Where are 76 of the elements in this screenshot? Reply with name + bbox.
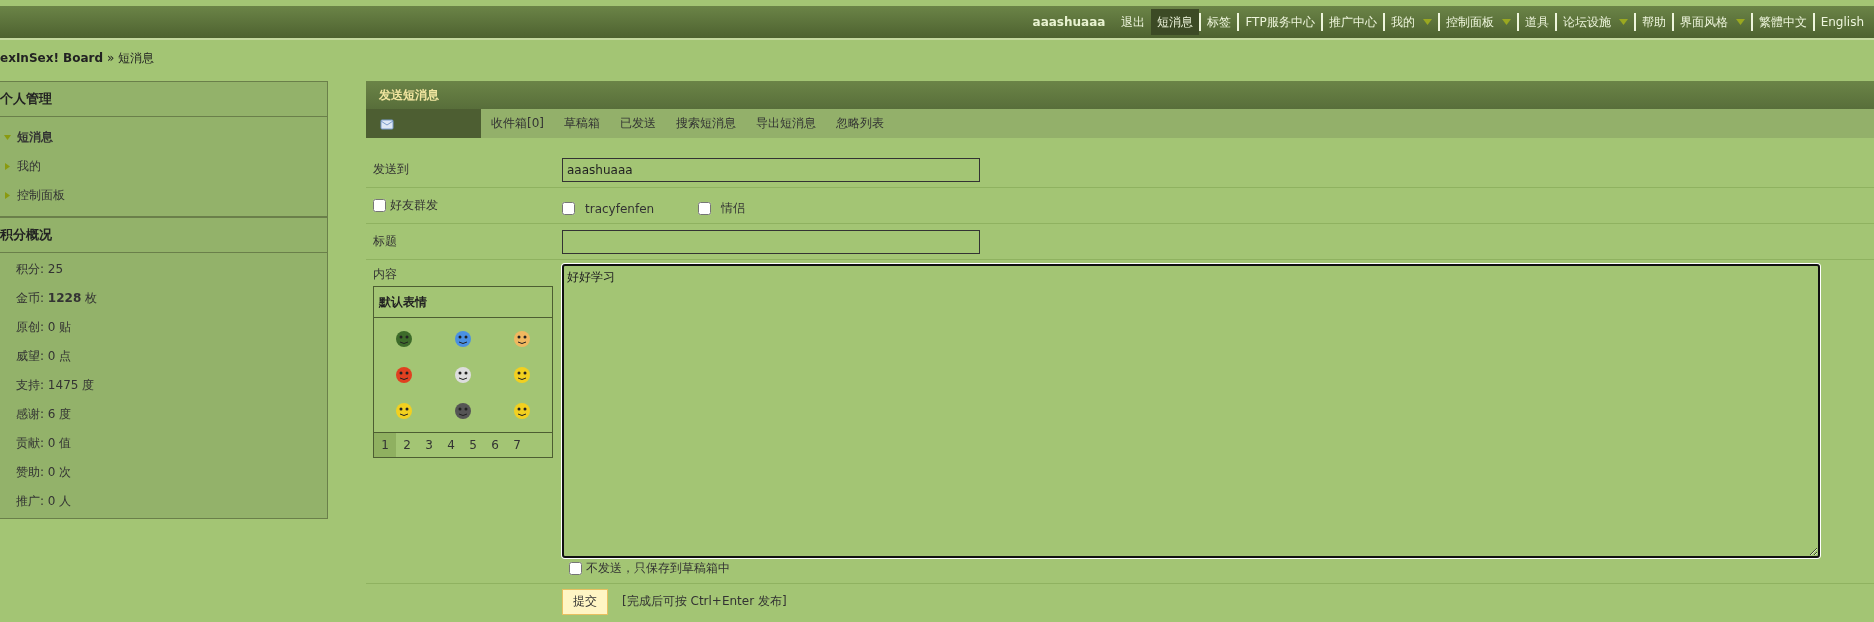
tab[interactable]: 忽略列表: [826, 109, 894, 138]
breadcrumb-current: 短消息: [118, 51, 155, 65]
tab[interactable]: 收件箱[0]: [481, 109, 554, 138]
stat-text: 积分: 25: [15, 261, 65, 278]
stat-text: 支持: 1475 度: [15, 377, 96, 394]
smiley-icon[interactable]: [454, 330, 472, 348]
smiley-icon[interactable]: [394, 402, 413, 420]
smiley-icon[interactable]: [513, 330, 532, 348]
tab[interactable]: 已发送: [610, 109, 666, 138]
sidebar-item[interactable]: 我的: [0, 152, 327, 181]
stat-text: 贡献: 0 值: [15, 435, 73, 452]
smilies-title: 默认表情: [374, 287, 552, 318]
nav-link[interactable]: 我的: [1382, 13, 1438, 31]
page-link[interactable]: 3: [418, 433, 440, 457]
sidebar-heading: 个人管理: [0, 82, 327, 117]
smiley-icon[interactable]: [394, 366, 413, 384]
page-link[interactable]: 4: [440, 433, 462, 457]
nav-link[interactable]: English: [1812, 13, 1870, 31]
stat-text: 威望: 0 点: [15, 348, 73, 365]
nav-link[interactable]: 退出: [1115, 13, 1152, 31]
smiley-icon[interactable]: [454, 366, 472, 384]
stat-text: 原创: 0 贴: [15, 319, 73, 336]
checkbox[interactable]: [569, 562, 582, 575]
panel-title: 发送短消息: [366, 81, 1874, 109]
stat-text: 金币: 1228 枚: [15, 290, 99, 307]
hint-text: [完成后可按 Ctrl+Enter 发布]: [622, 593, 787, 610]
stat-text: 感谢: 6 度: [15, 406, 73, 423]
page-link[interactable]: 7: [506, 433, 528, 457]
subject-field[interactable]: [562, 229, 980, 254]
checkbox-label[interactable]: 情侣: [698, 200, 746, 217]
nav-link[interactable]: 控制面板: [1437, 13, 1517, 31]
field-label: 标题: [373, 233, 398, 250]
checkbox[interactable]: [373, 199, 386, 212]
submit-button[interactable]: 提交: [562, 588, 608, 615]
nav-link[interactable]: FTP服务中心: [1237, 13, 1321, 31]
stat-text: 推广: 0 人: [15, 493, 73, 510]
nav-link[interactable]: 推广中心: [1320, 13, 1383, 31]
nav-link[interactable]: 界面风格: [1671, 13, 1751, 31]
stat-text: 赞助: 0 次: [15, 464, 73, 481]
sidebar-item[interactable]: 控制面板: [0, 181, 327, 210]
checkbox-label[interactable]: tracyfenfen: [562, 200, 655, 217]
message-textarea[interactable]: 好好学习: [562, 264, 1820, 558]
field-label: 发送到: [373, 161, 410, 178]
sidebar-item[interactable]: 短消息: [0, 123, 327, 152]
down-triangle-icon: [4, 134, 11, 141]
nav-link[interactable]: 道具: [1516, 13, 1555, 31]
right-triangle-icon: [4, 192, 11, 199]
field-label: 内容: [373, 266, 398, 283]
envelope-icon: [380, 117, 394, 130]
breadcrumb-separator: »: [106, 51, 115, 65]
page-link[interactable]: 2: [396, 433, 418, 457]
nav-link[interactable]: 论坛设施: [1554, 13, 1634, 31]
nav-link[interactable]: 短消息: [1151, 9, 1200, 35]
right-triangle-icon: [4, 163, 11, 170]
checkbox-label[interactable]: 好友群发: [373, 197, 562, 214]
page-link[interactable]: 6: [484, 433, 506, 457]
nav-link[interactable]: 繁體中文: [1750, 13, 1813, 31]
sidebar-heading: 积分概况: [0, 218, 327, 253]
smiley-icon[interactable]: [454, 402, 472, 420]
tab[interactable]: 导出短消息: [746, 109, 826, 138]
mail-tab[interactable]: [366, 109, 481, 138]
tab[interactable]: 草稿箱: [554, 109, 610, 138]
checkbox-label[interactable]: 不发送，只保存到草稿箱中: [569, 560, 730, 577]
username[interactable]: aaashuaaa: [1022, 15, 1116, 29]
page-link[interactable]: 1: [374, 433, 396, 457]
checkbox[interactable]: [698, 202, 712, 215]
checkbox[interactable]: [562, 202, 575, 215]
smiley-icon[interactable]: [513, 402, 532, 420]
smiley-icon[interactable]: [513, 366, 532, 384]
nav-link[interactable]: 标签: [1199, 13, 1238, 31]
recipient-field[interactable]: aaashuaaa: [562, 157, 980, 182]
breadcrumb-link[interactable]: exInSex! Board: [0, 51, 104, 65]
nav-link[interactable]: 帮助: [1633, 13, 1672, 31]
smiley-icon[interactable]: [394, 330, 413, 348]
tab[interactable]: 搜索短消息: [666, 109, 746, 138]
page-link[interactable]: 5: [462, 433, 484, 457]
